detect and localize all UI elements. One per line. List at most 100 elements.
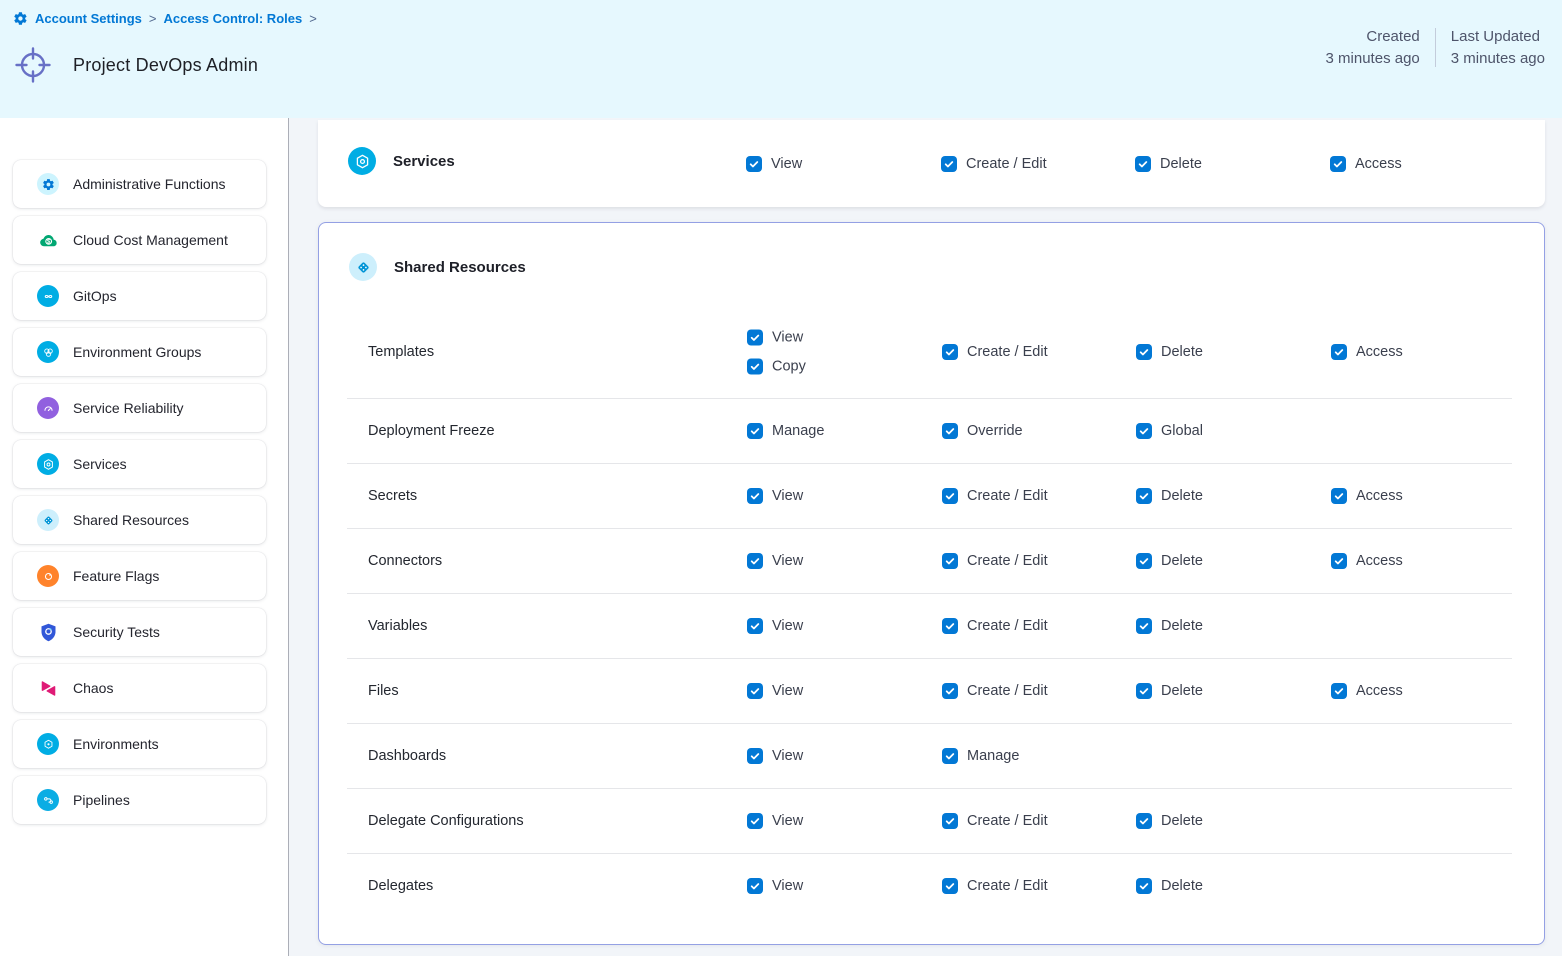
- checkbox-manage[interactable]: Manage: [747, 423, 824, 439]
- checkbox-view[interactable]: View: [747, 878, 803, 894]
- checkbox-global[interactable]: Global: [1136, 423, 1203, 439]
- checkbox-checked-icon[interactable]: [942, 683, 958, 699]
- checkbox-checked-icon[interactable]: [747, 683, 763, 699]
- settings-gear-icon[interactable]: [13, 11, 28, 26]
- checkbox-access[interactable]: Access: [1331, 553, 1403, 569]
- checkbox-view[interactable]: View: [747, 748, 803, 764]
- permission-cell-col2: Create / Edit: [942, 878, 1048, 894]
- checkbox-create-edit[interactable]: Create / Edit: [941, 156, 1047, 172]
- checkbox-override[interactable]: Override: [942, 423, 1023, 439]
- checkbox-create-edit[interactable]: Create / Edit: [942, 488, 1048, 504]
- checkbox-delete[interactable]: Delete: [1136, 878, 1203, 894]
- checkbox-access[interactable]: Access: [1331, 683, 1403, 699]
- checkbox-access[interactable]: Access: [1331, 344, 1403, 360]
- checkbox-checked-icon[interactable]: [746, 156, 762, 172]
- checkbox-checked-icon[interactable]: [1331, 344, 1347, 360]
- checkbox-label: Delete: [1161, 813, 1203, 829]
- checkbox-access[interactable]: Access: [1331, 488, 1403, 504]
- checkbox-checked-icon[interactable]: [942, 423, 958, 439]
- sidebar-item-environment-groups[interactable]: Environment Groups: [13, 328, 266, 376]
- checkbox-checked-icon[interactable]: [1136, 618, 1152, 634]
- hexagon-icon: [37, 453, 59, 475]
- breadcrumb-access-control-roles[interactable]: Access Control: Roles: [164, 11, 303, 26]
- checkbox-view[interactable]: View: [747, 618, 803, 634]
- checkbox-delete[interactable]: Delete: [1135, 156, 1202, 172]
- sidebar-item-services[interactable]: Services: [13, 440, 266, 488]
- checkbox-delete[interactable]: Delete: [1136, 618, 1203, 634]
- checkbox-create-edit[interactable]: Create / Edit: [942, 618, 1048, 634]
- checkbox-delete[interactable]: Delete: [1136, 683, 1203, 699]
- checkbox-view[interactable]: View: [747, 330, 806, 346]
- checkbox-checked-icon[interactable]: [747, 813, 763, 829]
- sidebar-item-environments[interactable]: Environments: [13, 720, 266, 768]
- checkbox-label: Delete: [1161, 683, 1203, 699]
- checkbox-checked-icon[interactable]: [747, 330, 763, 346]
- checkbox-delete[interactable]: Delete: [1136, 553, 1203, 569]
- sidebar-item-administrative-functions[interactable]: Administrative Functions: [13, 160, 266, 208]
- checkbox-view[interactable]: View: [746, 156, 802, 172]
- sidebar-item-pipelines[interactable]: Pipelines: [13, 776, 266, 824]
- checkbox-checked-icon[interactable]: [1136, 344, 1152, 360]
- sidebar-item-chaos[interactable]: Chaos: [13, 664, 266, 712]
- checkbox-checked-icon[interactable]: [747, 553, 763, 569]
- shared-resources-card-title: Shared Resources: [394, 259, 526, 276]
- breadcrumb-account-settings[interactable]: Account Settings: [35, 11, 142, 26]
- checkbox-checked-icon[interactable]: [747, 359, 763, 375]
- gitops-icon: [37, 285, 59, 307]
- checkbox-checked-icon[interactable]: [747, 423, 763, 439]
- sidebar-item-label: Services: [73, 456, 127, 472]
- permission-cell-col3: Delete: [1136, 813, 1203, 829]
- checkbox-delete[interactable]: Delete: [1136, 488, 1203, 504]
- checkbox-view[interactable]: View: [747, 813, 803, 829]
- checkbox-view[interactable]: View: [747, 488, 803, 504]
- pipelines-icon: [37, 789, 59, 811]
- checkbox-delete[interactable]: Delete: [1136, 344, 1203, 360]
- checkbox-label: Delete: [1160, 156, 1202, 172]
- checkbox-label: Manage: [772, 423, 824, 439]
- checkbox-checked-icon[interactable]: [1330, 156, 1346, 172]
- checkbox-checked-icon[interactable]: [1136, 813, 1152, 829]
- checkbox-view[interactable]: View: [747, 683, 803, 699]
- sidebar-item-service-reliability[interactable]: Service Reliability: [13, 384, 266, 432]
- checkbox-checked-icon[interactable]: [942, 344, 958, 360]
- checkbox-copy[interactable]: Copy: [747, 359, 806, 375]
- checkbox-create-edit[interactable]: Create / Edit: [942, 813, 1048, 829]
- checkbox-checked-icon[interactable]: [747, 618, 763, 634]
- checkbox-checked-icon[interactable]: [747, 488, 763, 504]
- checkbox-checked-icon[interactable]: [942, 618, 958, 634]
- checkbox-view[interactable]: View: [747, 553, 803, 569]
- checkbox-create-edit[interactable]: Create / Edit: [942, 553, 1048, 569]
- checkbox-delete[interactable]: Delete: [1136, 813, 1203, 829]
- sidebar-item-feature-flags[interactable]: Feature Flags: [13, 552, 266, 600]
- checkbox-checked-icon[interactable]: [1135, 156, 1151, 172]
- sidebar-item-cloud-cost-management[interactable]: $Cloud Cost Management: [13, 216, 266, 264]
- checkbox-checked-icon[interactable]: [942, 748, 958, 764]
- sidebar-item-label: Administrative Functions: [73, 176, 226, 192]
- checkbox-checked-icon[interactable]: [941, 156, 957, 172]
- checkbox-create-edit[interactable]: Create / Edit: [942, 683, 1048, 699]
- checkbox-checked-icon[interactable]: [942, 553, 958, 569]
- checkbox-checked-icon[interactable]: [1136, 488, 1152, 504]
- checkbox-create-edit[interactable]: Create / Edit: [942, 878, 1048, 894]
- checkbox-checked-icon[interactable]: [1331, 553, 1347, 569]
- checkbox-checked-icon[interactable]: [942, 878, 958, 894]
- checkbox-access[interactable]: Access: [1330, 156, 1402, 172]
- checkbox-manage[interactable]: Manage: [942, 748, 1019, 764]
- sidebar-item-security-tests[interactable]: Security Tests: [13, 608, 266, 656]
- checkbox-checked-icon[interactable]: [1136, 553, 1152, 569]
- sidebar-item-gitops[interactable]: GitOps: [13, 272, 266, 320]
- checkbox-checked-icon[interactable]: [942, 488, 958, 504]
- checkbox-checked-icon[interactable]: [942, 813, 958, 829]
- checkbox-checked-icon[interactable]: [1136, 423, 1152, 439]
- resource-row-label: Delegate Configurations: [368, 813, 524, 829]
- sidebar-item-shared-resources[interactable]: Shared Resources: [13, 496, 266, 544]
- resource-row-label: Dashboards: [368, 748, 446, 764]
- checkbox-checked-icon[interactable]: [1136, 878, 1152, 894]
- checkbox-checked-icon[interactable]: [747, 878, 763, 894]
- checkbox-checked-icon[interactable]: [1331, 683, 1347, 699]
- checkbox-checked-icon[interactable]: [1136, 683, 1152, 699]
- checkbox-checked-icon[interactable]: [747, 748, 763, 764]
- checkbox-create-edit[interactable]: Create / Edit: [942, 344, 1048, 360]
- permission-row-secrets: SecretsViewCreate / EditDeleteAccess: [319, 463, 1544, 528]
- checkbox-checked-icon[interactable]: [1331, 488, 1347, 504]
